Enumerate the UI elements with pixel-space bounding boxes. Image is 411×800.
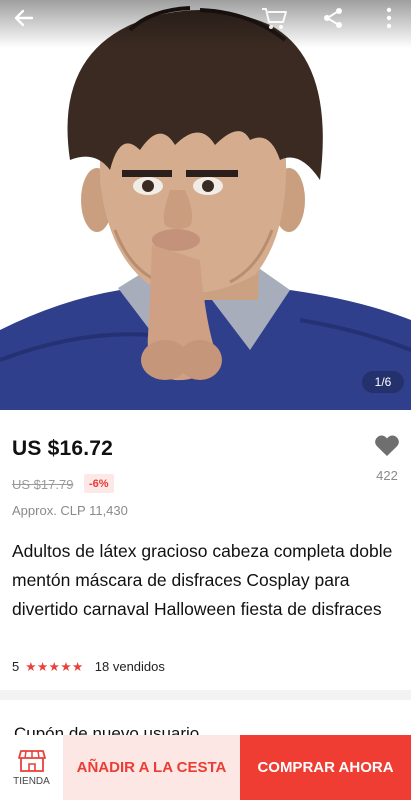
cart-icon [262, 8, 287, 29]
original-price: US $17.79 [12, 477, 74, 492]
rating-row[interactable]: 5 ★★★★★ 18 vendidos [12, 657, 165, 675]
more-vertical-icon [386, 7, 392, 29]
section-divider [0, 690, 411, 700]
store-icon [17, 749, 46, 772]
approx-local-price: Approx. CLP 11,430 [12, 503, 128, 518]
heart-icon [375, 435, 399, 456]
star-rating-icon: ★★★★★ [25, 659, 84, 674]
cart-button[interactable] [254, 4, 294, 32]
arrow-left-icon [14, 9, 34, 27]
bottom-action-bar: TIENDA AÑADIR A LA CESTA COMPRAR AHORA [0, 735, 411, 800]
store-button[interactable]: TIENDA [0, 735, 63, 800]
image-counter: 1/6 [362, 371, 404, 393]
wishlist-count: 422 [376, 468, 398, 483]
discount-badge: -6% [84, 474, 114, 493]
buy-now-button[interactable]: COMPRAR AHORA [240, 735, 411, 800]
product-title: Adultos de látex gracioso cabeza complet… [12, 541, 393, 619]
latex-mask-photo [0, 6, 411, 410]
back-button[interactable] [4, 4, 44, 32]
current-price: US $16.72 [12, 437, 114, 460]
wishlist-button[interactable]: 422 [362, 432, 411, 490]
product-image-gallery[interactable]: 1/6 [0, 0, 411, 410]
share-button[interactable] [313, 4, 353, 32]
share-icon [324, 8, 342, 28]
add-to-cart-button[interactable]: AÑADIR A LA CESTA [63, 735, 240, 800]
more-options-button[interactable] [369, 4, 409, 32]
sold-count: 18 vendidos [94, 658, 165, 674]
store-label: TIENDA [13, 775, 50, 787]
rating-value: 5 [12, 658, 20, 674]
